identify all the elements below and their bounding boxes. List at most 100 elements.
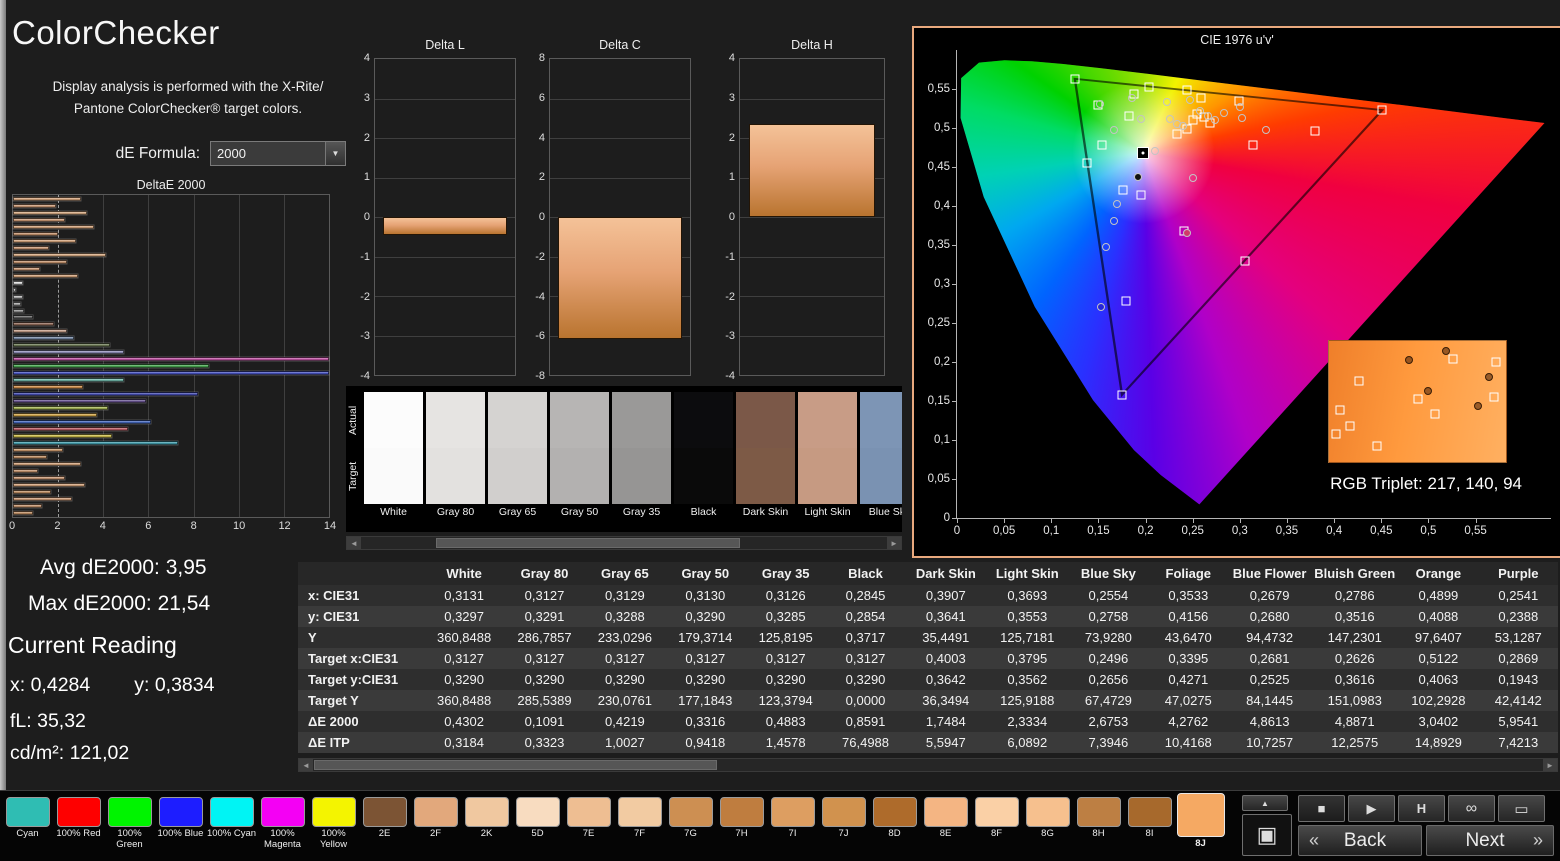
pattern-window-icon[interactable]: ▣	[1242, 814, 1292, 856]
scrollbar-thumb[interactable]	[435, 538, 741, 548]
description: Display analysis is performed with the X…	[26, 76, 350, 119]
row-label: Target y:CIE31	[308, 672, 399, 687]
measured-marker	[1166, 114, 1175, 123]
axis-label: 0	[728, 211, 735, 223]
scroll-right-icon[interactable]: ►	[1543, 759, 1557, 771]
scroll-right-icon[interactable]: ►	[887, 537, 901, 549]
patch-swatch	[617, 797, 662, 827]
deltae-bar	[13, 426, 129, 431]
table-cell: 0,3290	[605, 672, 645, 687]
patch-tab-100-blue[interactable]: 100% Blue	[155, 791, 206, 861]
play-icon[interactable]: ▶	[1348, 795, 1395, 822]
inset-target-marker	[1413, 394, 1423, 404]
patch-tab-7g[interactable]: 7G	[665, 791, 716, 861]
patch-tab-2f[interactable]: 2F	[410, 791, 461, 861]
table-cell: 6,0892	[1007, 735, 1048, 750]
scroll-left-icon[interactable]: ◄	[347, 537, 361, 549]
patch-tab-7h[interactable]: 7H	[716, 791, 767, 861]
table-cell: 0,3130	[685, 588, 726, 603]
delta-h-axis: 4 3 2 1 0 -1 -2 -3 -4	[711, 52, 735, 382]
delta-h-plot	[739, 58, 885, 376]
patch-tab-7e[interactable]: 7E	[563, 791, 614, 861]
axis-tick	[1287, 518, 1288, 523]
back-button[interactable]: « Back	[1298, 825, 1422, 856]
deltae-axis-label: 14	[323, 520, 337, 532]
axis-tick	[1475, 518, 1477, 523]
de-formula-dropdown[interactable]: 2000 ▼	[210, 141, 346, 166]
patch-tab-100-green[interactable]: 100% Green	[104, 791, 155, 861]
table-cell: 73,9280	[1084, 630, 1132, 645]
collapse-icon[interactable]: ▲	[1242, 795, 1288, 811]
deltae-bar	[13, 399, 147, 404]
table-scrollbar[interactable]: ◄ ►	[298, 758, 1558, 772]
target-marker	[1097, 140, 1107, 150]
strip-scrollbar[interactable]: ◄ ►	[346, 536, 902, 550]
next-button[interactable]: Next »	[1426, 825, 1554, 856]
delta-l-plot	[374, 58, 516, 376]
axis-label: -1	[360, 250, 370, 263]
swatch-label: Gray 80	[436, 506, 475, 518]
patch-tab-8d[interactable]: 8D	[869, 791, 920, 861]
deltae-bars	[13, 196, 329, 516]
stop-icon[interactable]: ■	[1298, 795, 1345, 822]
swatch-actual	[364, 392, 423, 448]
patch-tab-8i[interactable]: 8I	[1124, 791, 1175, 861]
axis-label: 0	[538, 211, 545, 223]
deltae-axis-label: 8	[190, 520, 197, 532]
patch-tab-100-cyan[interactable]: 100% Cyan	[206, 791, 257, 861]
patch-tab-2e[interactable]: 2E	[359, 791, 410, 861]
link-icon[interactable]: ∞	[1448, 795, 1495, 822]
patch-tab-8j[interactable]: 8J	[1175, 791, 1226, 861]
display-icon[interactable]: ▭	[1498, 795, 1545, 822]
patch-swatch	[1176, 793, 1225, 837]
patch-tab-7i[interactable]: 7I	[767, 791, 818, 861]
swatch-target	[736, 448, 795, 504]
axis-tick	[1145, 518, 1147, 523]
patch-tab-2k[interactable]: 2K	[461, 791, 512, 861]
column-header: Light Skin	[986, 562, 1069, 585]
patch-tab-7f[interactable]: 7F	[614, 791, 665, 861]
patch-swatch	[209, 797, 254, 827]
deltae-bar	[13, 252, 106, 257]
color-swatch: Gray 35	[612, 392, 671, 520]
row-label: y: CIE31	[308, 609, 360, 624]
patch-tab-8g[interactable]: 8G	[1022, 791, 1073, 861]
patch-tab-8h[interactable]: 8H	[1073, 791, 1124, 861]
row-label: Y	[308, 630, 317, 645]
patch-tab-7j[interactable]: 7J	[818, 791, 869, 861]
patch-swatch	[1127, 797, 1172, 827]
patch-tab-100-magenta[interactable]: 100% Magenta	[257, 791, 308, 861]
patch-tab-100-red[interactable]: 100% Red	[53, 791, 104, 861]
selected-patch-marker	[1137, 146, 1150, 159]
column-header: Gray 35	[745, 562, 826, 585]
patch-label: Cyan	[16, 828, 39, 839]
scroll-left-icon[interactable]: ◄	[299, 759, 313, 771]
de-formula-label: dE Formula:	[115, 144, 200, 162]
deltae-axis-label: 10	[233, 520, 246, 532]
patch-label: 100% Red	[56, 828, 101, 839]
meter-icon[interactable]: H	[1398, 795, 1445, 822]
de-formula-value: 2000	[217, 146, 246, 161]
patch-label: 100% Magenta	[264, 828, 301, 850]
patch-swatch	[311, 797, 356, 827]
patch-tab-cyan[interactable]: Cyan	[2, 791, 53, 861]
table-cell: 53,1287	[1494, 630, 1542, 645]
table-cell: 360,8488	[437, 693, 492, 708]
target-marker	[1136, 190, 1146, 200]
deltae-bar	[13, 336, 74, 341]
table-cell: 0,3127	[605, 651, 645, 666]
swatch-target	[860, 448, 902, 504]
left-edge-scrollbar[interactable]	[0, 0, 6, 790]
deltae-bar	[13, 447, 63, 452]
table-cell: 0,3297	[444, 609, 484, 624]
deltae-axis-label: 0	[8, 520, 16, 532]
scrollbar-thumb[interactable]	[314, 760, 717, 770]
color-swatch: Gray 50	[550, 392, 609, 520]
inset-target-marker	[1430, 409, 1440, 419]
patch-tab-8f[interactable]: 8F	[971, 791, 1022, 861]
patch-tab-8e[interactable]: 8E	[920, 791, 971, 861]
patch-label: 100% Cyan	[206, 828, 257, 839]
table-cell: 0,2554	[1088, 588, 1129, 603]
patch-tab-100-yellow[interactable]: 100% Yellow	[308, 791, 359, 861]
patch-tab-5d[interactable]: 5D	[512, 791, 563, 861]
